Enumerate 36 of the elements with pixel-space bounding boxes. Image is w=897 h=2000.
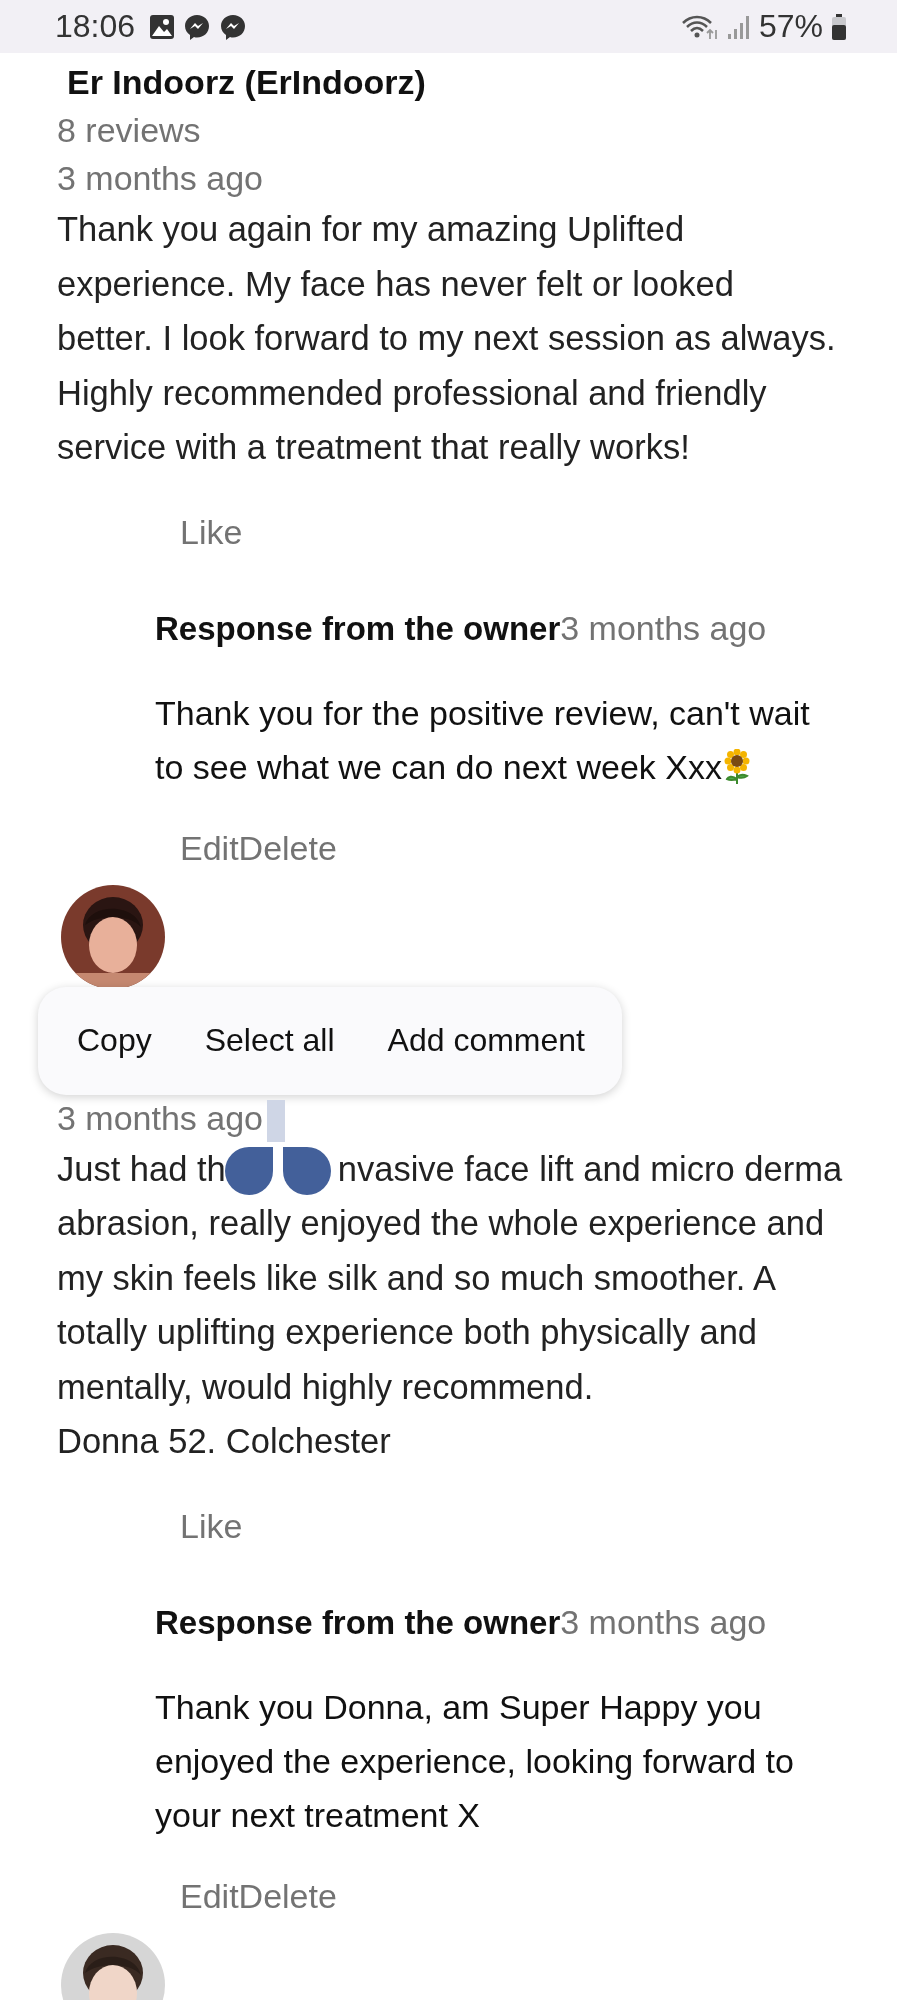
review-time: 3 months ago — [57, 1097, 264, 1139]
review-text: Highly recommended professional and friendly service with a treatment that really works! — [57, 372, 768, 468]
clock-time: 18:06 — [55, 8, 136, 45]
gallery-icon — [149, 13, 176, 40]
menu-item[interactable]: Select all — [204, 1012, 335, 1069]
delete-link[interactable]: Delete — [238, 1876, 337, 1915]
like-link[interactable]: Like — [180, 512, 243, 551]
owner-response-label: Response from the owner — [155, 1603, 561, 1641]
review-text: Donna 52. Colchester — [57, 1421, 392, 1462]
review-text: Thank you again for my amazing Uplifted experience. My face has never felt or looked better. I look forward to my next session as always. — [57, 209, 836, 359]
delete-link[interactable]: Delete — [238, 828, 337, 867]
review-count: 8 reviews — [57, 110, 201, 151]
reviewer-name[interactable]: Er Indoorz (ErIndoorz) — [67, 58, 426, 106]
battery-icon — [831, 12, 847, 41]
response-time: 3 months ago — [560, 1602, 767, 1641]
edit-link[interactable]: Edit — [180, 1876, 239, 1915]
review-text: Just had th — [57, 1148, 226, 1190]
review-text: nvasive face lift and micro derma — [337, 1148, 843, 1190]
owner-response-label: Response from the owner — [155, 609, 561, 647]
messenger-icon — [219, 12, 248, 41]
owner-response-text: Thank you Donna, am Super Happy you enjoyed the experience, looking forward to your next treatment X — [155, 1686, 795, 1836]
battery-percentage: 57% — [758, 8, 823, 45]
edit-link[interactable]: Edit — [180, 828, 239, 867]
review-time: 3 months ago — [57, 158, 264, 199]
review-text: abrasion, really enjoyed the whole experience and my skin feels like silk and so much smoother. A totally uplifting experience both physically and mentally, would highly recommend. — [57, 1203, 826, 1408]
messenger-icon — [183, 12, 212, 41]
menu-item[interactable]: Copy — [77, 1012, 152, 1069]
response-time: 3 months ago — [560, 608, 767, 647]
text-selection-highlight — [267, 1099, 285, 1142]
owner-response-text: Thank you for the positive review, can't wait to see what we can do next week Xxx — [155, 692, 811, 788]
selection-handle-icon[interactable] — [225, 1146, 273, 1195]
like-link[interactable]: Like — [180, 1506, 243, 1545]
selection-handle-icon[interactable] — [283, 1146, 331, 1195]
menu-item[interactable]: Add comment — [387, 1012, 585, 1069]
wifi-icon — [680, 13, 719, 40]
signal-icon — [726, 13, 751, 40]
